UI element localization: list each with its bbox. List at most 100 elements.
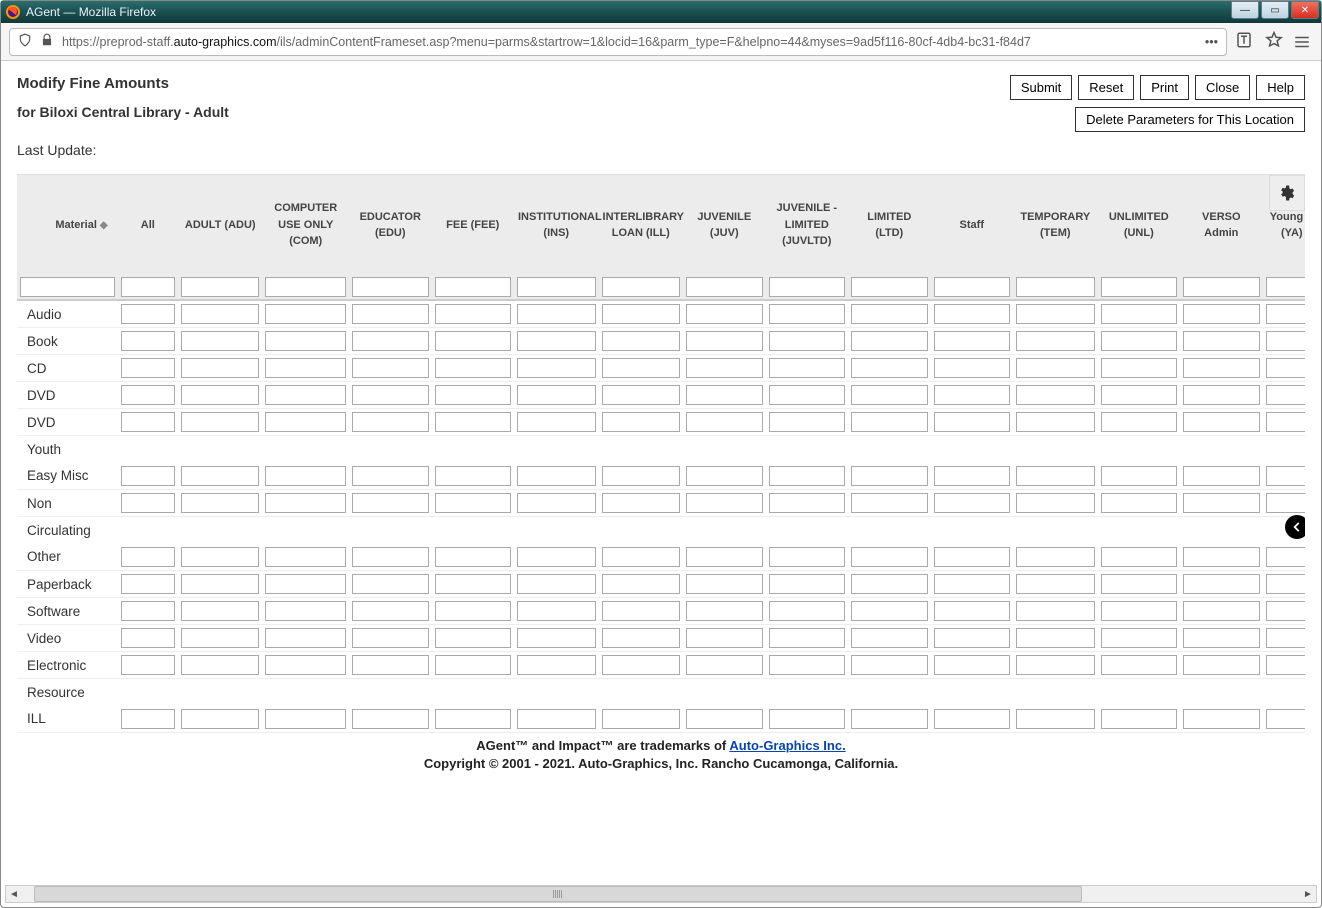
amount-input[interactable] bbox=[265, 385, 346, 405]
amount-input[interactable] bbox=[265, 331, 346, 351]
amount-input[interactable] bbox=[1266, 574, 1305, 594]
column-filter-input[interactable] bbox=[934, 277, 1011, 297]
amount-input[interactable] bbox=[1266, 358, 1305, 378]
amount-input[interactable] bbox=[435, 304, 512, 324]
column-filter-input[interactable] bbox=[686, 277, 763, 297]
amount-input[interactable] bbox=[851, 385, 928, 405]
amount-input[interactable] bbox=[769, 331, 846, 351]
amount-input[interactable] bbox=[517, 655, 596, 675]
help-button[interactable]: Help bbox=[1256, 75, 1305, 100]
column-filter-input[interactable] bbox=[851, 277, 928, 297]
column-header[interactable]: INSTITUTIONAL (INS) bbox=[514, 175, 599, 275]
amount-input[interactable] bbox=[602, 331, 681, 351]
amount-input[interactable] bbox=[181, 385, 260, 405]
column-filter-input[interactable] bbox=[769, 277, 846, 297]
amount-input[interactable] bbox=[181, 304, 260, 324]
amount-input[interactable] bbox=[769, 601, 846, 621]
amount-input[interactable] bbox=[265, 466, 346, 486]
amount-input[interactable] bbox=[181, 331, 260, 351]
amount-input[interactable] bbox=[435, 709, 512, 729]
amount-input[interactable] bbox=[1101, 574, 1178, 594]
amount-input[interactable] bbox=[352, 385, 429, 405]
amount-input[interactable] bbox=[602, 385, 681, 405]
amount-input[interactable] bbox=[352, 466, 429, 486]
amount-input[interactable] bbox=[602, 574, 681, 594]
column-filter-input[interactable] bbox=[352, 277, 429, 297]
amount-input[interactable] bbox=[517, 385, 596, 405]
amount-input[interactable] bbox=[265, 628, 346, 648]
amount-input[interactable] bbox=[181, 412, 260, 432]
amount-input[interactable] bbox=[1016, 709, 1095, 729]
amount-input[interactable] bbox=[1101, 304, 1178, 324]
amount-input[interactable] bbox=[517, 601, 596, 621]
column-header[interactable]: UNLIMITED (UNL) bbox=[1098, 175, 1181, 275]
column-filter-input[interactable] bbox=[181, 277, 260, 297]
column-filter-input[interactable] bbox=[265, 277, 346, 297]
amount-input[interactable] bbox=[769, 628, 846, 648]
amount-input[interactable] bbox=[517, 466, 596, 486]
amount-input[interactable] bbox=[1101, 412, 1178, 432]
amount-input[interactable] bbox=[121, 547, 175, 567]
amount-input[interactable] bbox=[435, 412, 512, 432]
amount-input[interactable] bbox=[769, 304, 846, 324]
amount-input[interactable] bbox=[686, 628, 763, 648]
amount-input[interactable] bbox=[1266, 385, 1305, 405]
amount-input[interactable] bbox=[352, 304, 429, 324]
amount-input[interactable] bbox=[435, 574, 512, 594]
amount-input[interactable] bbox=[352, 547, 429, 567]
amount-input[interactable] bbox=[181, 358, 260, 378]
amount-input[interactable] bbox=[517, 331, 596, 351]
amount-input[interactable] bbox=[517, 493, 596, 513]
amount-input[interactable] bbox=[352, 628, 429, 648]
amount-input[interactable] bbox=[517, 709, 596, 729]
amount-input[interactable] bbox=[1016, 331, 1095, 351]
amount-input[interactable] bbox=[435, 628, 512, 648]
amount-input[interactable] bbox=[1016, 574, 1095, 594]
amount-input[interactable] bbox=[1183, 601, 1260, 621]
amount-input[interactable] bbox=[1101, 358, 1178, 378]
amount-input[interactable] bbox=[121, 574, 175, 594]
amount-input[interactable] bbox=[121, 601, 175, 621]
amount-input[interactable] bbox=[1101, 547, 1178, 567]
amount-input[interactable] bbox=[851, 358, 928, 378]
column-header[interactable]: Material◆ bbox=[17, 175, 118, 275]
amount-input[interactable] bbox=[686, 601, 763, 621]
amount-input[interactable] bbox=[1016, 547, 1095, 567]
amount-input[interactable] bbox=[851, 574, 928, 594]
amount-input[interactable] bbox=[352, 358, 429, 378]
column-header[interactable]: JUVENILE - LIMITED (JUVLTD) bbox=[766, 175, 849, 275]
amount-input[interactable] bbox=[121, 385, 175, 405]
amount-input[interactable] bbox=[1183, 655, 1260, 675]
amount-input[interactable] bbox=[181, 574, 260, 594]
amount-input[interactable] bbox=[1266, 628, 1305, 648]
amount-input[interactable] bbox=[181, 628, 260, 648]
amount-input[interactable] bbox=[265, 304, 346, 324]
amount-input[interactable] bbox=[1101, 331, 1178, 351]
amount-input[interactable] bbox=[686, 709, 763, 729]
amount-input[interactable] bbox=[934, 331, 1011, 351]
table-settings-button[interactable] bbox=[1269, 175, 1305, 211]
minimize-button[interactable]: — bbox=[1231, 1, 1259, 19]
amount-input[interactable] bbox=[517, 358, 596, 378]
amount-input[interactable] bbox=[265, 547, 346, 567]
amount-input[interactable] bbox=[435, 655, 512, 675]
amount-input[interactable] bbox=[934, 304, 1011, 324]
amount-input[interactable] bbox=[517, 547, 596, 567]
column-header[interactable]: EDUCATOR (EDU) bbox=[349, 175, 432, 275]
amount-input[interactable] bbox=[851, 466, 928, 486]
amount-input[interactable] bbox=[121, 628, 175, 648]
amount-input[interactable] bbox=[181, 493, 260, 513]
amount-input[interactable] bbox=[352, 493, 429, 513]
amount-input[interactable] bbox=[121, 331, 175, 351]
amount-input[interactable] bbox=[769, 493, 846, 513]
amount-input[interactable] bbox=[934, 655, 1011, 675]
column-header[interactable]: FEE (FEE) bbox=[432, 175, 515, 275]
amount-input[interactable] bbox=[769, 574, 846, 594]
amount-input[interactable] bbox=[265, 601, 346, 621]
amount-input[interactable] bbox=[517, 628, 596, 648]
close-button[interactable]: Close bbox=[1195, 75, 1250, 100]
amount-input[interactable] bbox=[517, 304, 596, 324]
amount-input[interactable] bbox=[352, 331, 429, 351]
amount-input[interactable] bbox=[769, 547, 846, 567]
amount-input[interactable] bbox=[602, 655, 681, 675]
